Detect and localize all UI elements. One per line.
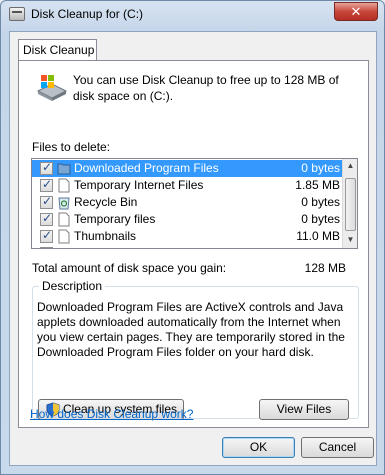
tab-disk-cleanup[interactable]: Disk Cleanup (18, 39, 97, 61)
file-size: 0 bytes (301, 161, 340, 175)
file-row-thumbnails[interactable]: Thumbnails 11.0 MB (32, 228, 344, 245)
scrollbar-thumb[interactable] (345, 178, 356, 231)
scroll-up-arrow-icon[interactable]: ▲ (345, 161, 356, 172)
hard-drive-icon (36, 75, 68, 101)
checkbox[interactable] (40, 177, 53, 192)
ok-button[interactable]: OK (222, 437, 295, 458)
checkbox[interactable] (40, 211, 53, 226)
file-row-temporary-internet-files[interactable]: Temporary Internet Files 1.85 MB (32, 177, 344, 194)
page-icon (58, 229, 70, 244)
page-icon (58, 212, 70, 227)
help-link[interactable]: How does Disk Cleanup work? (30, 407, 193, 421)
file-name: Temporary Internet Files (74, 178, 204, 192)
files-list[interactable]: Downloaded Program Files 0 bytes Tempora… (31, 158, 358, 249)
disk-cleanup-app-icon (9, 7, 25, 21)
scroll-down-arrow-icon[interactable]: ▼ (345, 235, 356, 246)
description-text: Downloaded Program Files are ActiveX con… (37, 300, 345, 359)
file-row-recycle-bin[interactable]: Recycle Bin 0 bytes (32, 194, 344, 211)
disk-cleanup-window: Disk Cleanup for (C:) ✕ Disk Cleanup You… (0, 0, 385, 475)
file-name: Downloaded Program Files (74, 161, 219, 175)
file-size: 0 bytes (301, 212, 340, 226)
total-space-label: Total amount of disk space you gain: (32, 261, 227, 275)
checkbox[interactable] (40, 160, 53, 175)
window-title: Disk Cleanup for (C:) (31, 7, 144, 21)
file-row-partial[interactable] (32, 245, 344, 248)
file-name: Temporary files (74, 212, 156, 226)
checkbox[interactable] (40, 245, 53, 248)
cancel-button[interactable]: Cancel (301, 437, 374, 458)
close-button[interactable]: ✕ (334, 2, 378, 21)
recycle-bin-icon (58, 197, 70, 210)
page-icon (58, 178, 70, 193)
file-row-downloaded-program-files[interactable]: Downloaded Program Files 0 bytes (32, 160, 344, 177)
file-name: Recycle Bin (74, 195, 138, 209)
dialog-client-area: Disk Cleanup You can use Disk Cleanup to… (9, 31, 377, 466)
checkbox[interactable] (40, 228, 53, 243)
file-size: 0 bytes (301, 195, 340, 209)
intro-text: You can use Disk Cleanup to free up to 1… (73, 73, 339, 103)
files-to-delete-label: Files to delete: (32, 140, 111, 154)
list-scrollbar[interactable]: ▲ ▼ (342, 159, 357, 248)
file-row-temporary-files[interactable]: Temporary files 0 bytes (32, 211, 344, 228)
file-name: Thumbnails (74, 229, 137, 243)
checkbox[interactable] (40, 194, 53, 209)
tab-panel: You can use Disk Cleanup to free up to 1… (18, 60, 369, 428)
folder-icon (57, 163, 71, 175)
file-size: 11.0 MB (296, 229, 340, 243)
view-files-button[interactable]: View Files (259, 399, 349, 420)
title-bar[interactable]: Disk Cleanup for (C:) ✕ (1, 1, 384, 29)
file-size: 1.85 MB (295, 178, 340, 192)
description-legend: Description (39, 279, 106, 293)
total-space-value: 128 MB (304, 261, 346, 275)
